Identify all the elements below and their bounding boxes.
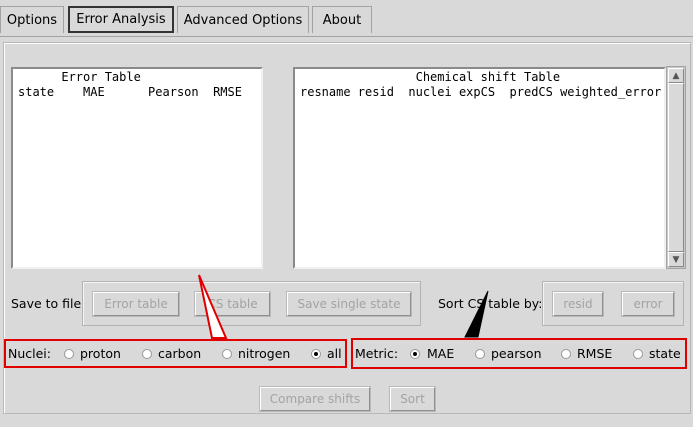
annotation-callouts [198,274,489,339]
red-callout-pointer [198,274,228,339]
compare-shifts-button[interactable]: Compare shifts [259,386,371,412]
black-callout-pointer [464,290,489,338]
sort-button[interactable]: Sort [389,386,436,412]
